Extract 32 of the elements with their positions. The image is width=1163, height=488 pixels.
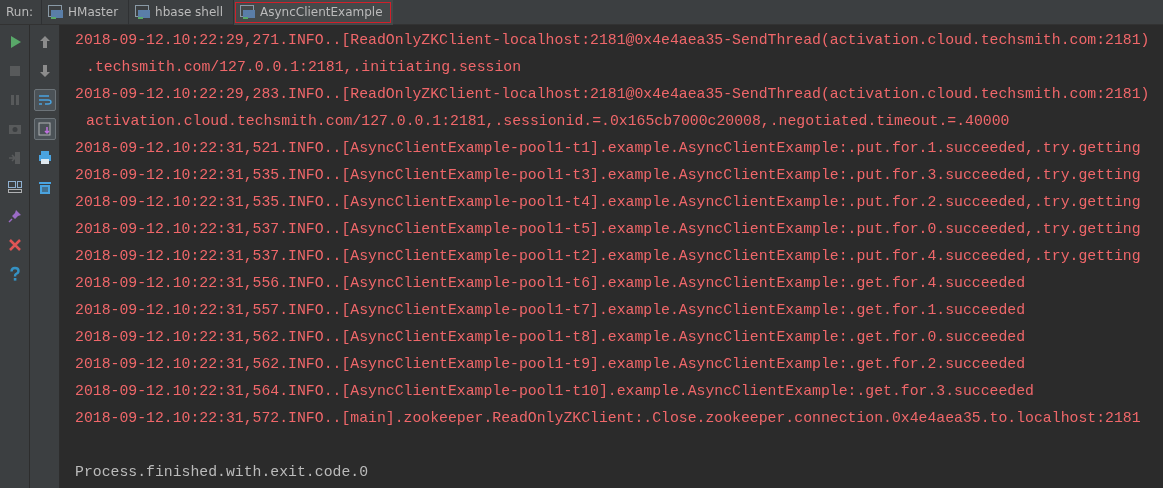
scroll-icon [36, 121, 53, 137]
run-tab[interactable]: HMaster [41, 0, 129, 25]
console-line: 2018-09-12.10:22:31,572.INFO..[main].zookeeper.ReadOnlyZKClient:.Close.zookeeper.connection.0x4e4aea35.to.localhost:2181 [75, 410, 1141, 426]
console-line: 2018-09-12.10:22:31,537.INFO..[AsyncClientExample-pool1-t5].example.AsyncClientExample:.put.for.0.succeeded,.try.getting [75, 221, 1141, 237]
close-icon [6, 237, 23, 253]
console-line: 2018-09-12.10:22:29,283.INFO..[ReadOnlyZKClient-localhost:2181@0x4e4aea35-SendThread(activation.cloud.techsmith.com:2181) [75, 86, 1150, 102]
console-line: 2018-09-12.10:22:31,564.INFO..[AsyncClientExample-pool1-t10].example.AsyncClientExample:.get.for.3.succeeded [75, 383, 1034, 399]
console-line: 2018-09-12.10:22:31,521.INFO..[AsyncClientExample-pool1-t1].example.AsyncClientExample:.put.for.1.succeeded,.try.getting [75, 140, 1141, 156]
wrap-button[interactable] [33, 89, 56, 111]
console-line: 2018-09-12.10:22:29,271.INFO..[ReadOnlyZKClient-localhost:2181@0x4e4aea35-SendThread(activation.cloud.techsmith.com:2181) [75, 32, 1150, 48]
console-line: 2018-09-12.10:22:31,557.INFO..[AsyncClientExample-pool1-t7].example.AsyncClientExample:.get.for.1.succeeded [75, 302, 1026, 318]
pin-icon [6, 208, 23, 224]
layout-icon [6, 179, 23, 195]
console-line: 2018-09-12.10:22:31,562.INFO..[AsyncClientExample-pool1-t8].example.AsyncClientExample:.get.for.0.succeeded [75, 329, 1026, 345]
window-icon [240, 5, 256, 19]
scroll-button[interactable] [33, 118, 56, 140]
trash-icon [36, 179, 53, 195]
printer-icon [36, 150, 53, 166]
exit-icon [6, 150, 23, 166]
window-icon [48, 5, 65, 19]
console-line: Process.finished.with.exit.code.0 [75, 464, 369, 480]
run-label: Run: [5, 4, 35, 21]
console-line: activation.cloud.techsmith.com/127.0.0.1:2181,.sessionid.=.0x165cb7000c20008,.negotiated.timeout.=.40000 [86, 113, 1010, 129]
console-line: 2018-09-12.10:22:31,535.INFO..[AsyncClientExample-pool1-t4].example.AsyncClientExample:.put.for.2.succeeded,.try.getting [75, 194, 1141, 210]
console-line: .techsmith.com/127.0.0.1:2181,.initiating.session [86, 59, 522, 75]
console-line: 2018-09-12.10:22:31,562.INFO..[AsyncClientExample-pool1-t9].example.AsyncClientExample:.get.for.2.succeeded [75, 356, 1026, 372]
run-tab[interactable]: AsyncClientExample [233, 0, 393, 25]
console-line: 2018-09-12.10:22:31,556.INFO..[AsyncClientExample-pool1-t6].example.AsyncClientExample:.get.for.4.succeeded [75, 275, 1026, 291]
console-line: 2018-09-12.10:22:31,537.INFO..[AsyncClientExample-pool1-t2].example.AsyncClientExample:.put.for.4.succeeded,.try.getting [75, 248, 1141, 264]
console-line: 2018-09-12.10:22:31,535.INFO..[AsyncClientExample-pool1-t3].example.AsyncClientExample:.put.for.3.succeeded,.try.getting [75, 167, 1141, 183]
wrap-icon [36, 92, 53, 108]
window-icon [135, 5, 152, 19]
